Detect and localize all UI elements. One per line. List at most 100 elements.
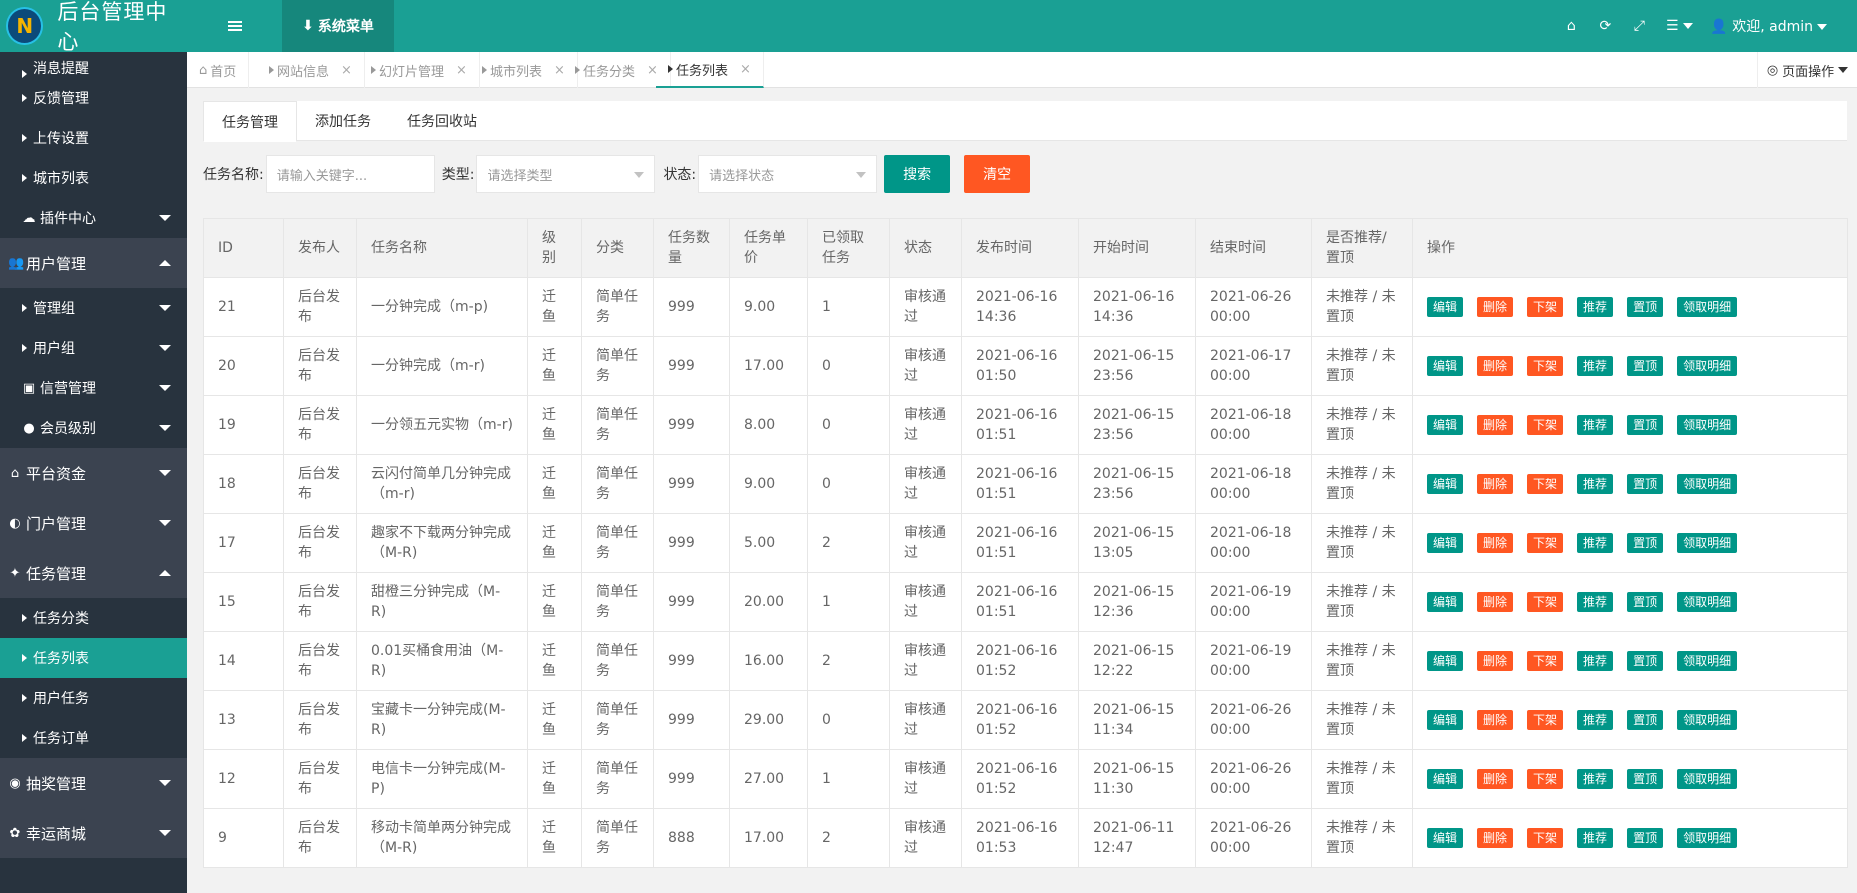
recommend-button[interactable]: 推荐 xyxy=(1577,651,1614,671)
edit-button[interactable]: 编辑 xyxy=(1427,651,1464,671)
claim-details-button[interactable]: 领取明细 xyxy=(1677,710,1738,730)
task-name-input[interactable]: 请输入关键字... xyxy=(265,155,435,193)
sidebar-item[interactable]: ▣ 信营管理 xyxy=(0,368,187,408)
sidebar-item[interactable]: ✦ 任务管理 xyxy=(0,548,187,598)
pin-top-button[interactable]: 置顶 xyxy=(1627,533,1664,553)
sidebar-item[interactable]: 上传设置 xyxy=(0,118,187,158)
content-tab[interactable]: 任务管理 xyxy=(203,101,297,142)
delete-button[interactable]: 删除 xyxy=(1477,474,1514,494)
delete-button[interactable]: 删除 xyxy=(1477,356,1514,376)
fullscreen-icon[interactable]: ⤢ xyxy=(1630,18,1648,34)
recommend-button[interactable]: 推荐 xyxy=(1577,474,1614,494)
pin-top-button[interactable]: 置顶 xyxy=(1627,415,1664,435)
status-select[interactable]: 请选择状态 xyxy=(698,155,878,193)
unlist-button[interactable]: 下架 xyxy=(1527,828,1564,848)
edit-button[interactable]: 编辑 xyxy=(1427,828,1464,848)
sidebar-item[interactable]: 任务订单 xyxy=(0,718,187,758)
recommend-button[interactable]: 推荐 xyxy=(1577,356,1614,376)
unlist-button[interactable]: 下架 xyxy=(1527,356,1564,376)
claim-details-button[interactable]: 领取明细 xyxy=(1677,415,1738,435)
clear-button[interactable]: 清空 xyxy=(964,155,1031,193)
edit-button[interactable]: 编辑 xyxy=(1427,533,1464,553)
recommend-button[interactable]: 推荐 xyxy=(1577,297,1614,317)
logo[interactable]: N 后台管理中心 xyxy=(0,0,187,54)
tab-item[interactable]: 幻灯片管理 × xyxy=(359,52,480,88)
sidebar-item[interactable]: 👥 用户管理 xyxy=(0,238,187,288)
claim-details-button[interactable]: 领取明细 xyxy=(1677,474,1738,494)
menu-toggle-button[interactable] xyxy=(187,0,282,52)
unlist-button[interactable]: 下架 xyxy=(1527,592,1564,612)
sidebar-item[interactable]: ✿ 幸运商城 xyxy=(0,808,187,858)
close-icon[interactable]: × xyxy=(740,62,751,77)
refresh-icon[interactable]: ⟳ xyxy=(1596,18,1614,34)
sidebar-item[interactable]: 管理组 xyxy=(0,288,187,328)
content-tab[interactable]: 任务回收站 xyxy=(389,101,495,141)
pin-top-button[interactable]: 置顶 xyxy=(1627,297,1664,317)
edit-button[interactable]: 编辑 xyxy=(1427,710,1464,730)
unlist-button[interactable]: 下架 xyxy=(1527,415,1564,435)
recommend-button[interactable]: 推荐 xyxy=(1577,769,1614,789)
system-menu-button[interactable]: ⬇ 系统菜单 xyxy=(282,0,394,52)
unlist-button[interactable]: 下架 xyxy=(1527,651,1564,671)
pin-top-button[interactable]: 置顶 xyxy=(1627,651,1664,671)
page-operations-button[interactable]: ◎ 页面操作 xyxy=(1757,52,1857,88)
pin-top-button[interactable]: 置顶 xyxy=(1627,828,1664,848)
edit-button[interactable]: 编辑 xyxy=(1427,415,1464,435)
pin-top-button[interactable]: 置顶 xyxy=(1627,592,1664,612)
sidebar-item[interactable]: 任务列表 xyxy=(0,638,187,678)
unlist-button[interactable]: 下架 xyxy=(1527,533,1564,553)
edit-button[interactable]: 编辑 xyxy=(1427,592,1464,612)
content-tab[interactable]: 添加任务 xyxy=(297,101,389,141)
recommend-button[interactable]: 推荐 xyxy=(1577,415,1614,435)
sidebar-item[interactable]: 城市列表 xyxy=(0,158,187,198)
sidebar-item[interactable]: ◉ 抽奖管理 xyxy=(0,758,187,808)
list-menu-icon[interactable]: ☰ xyxy=(1664,18,1694,34)
unlist-button[interactable]: 下架 xyxy=(1527,769,1564,789)
edit-button[interactable]: 编辑 xyxy=(1427,356,1464,376)
pin-top-button[interactable]: 置顶 xyxy=(1627,356,1664,376)
claim-details-button[interactable]: 领取明细 xyxy=(1677,828,1738,848)
delete-button[interactable]: 删除 xyxy=(1477,710,1514,730)
recommend-button[interactable]: 推荐 xyxy=(1577,533,1614,553)
edit-button[interactable]: 编辑 xyxy=(1427,769,1464,789)
edit-button[interactable]: 编辑 xyxy=(1427,474,1464,494)
unlist-button[interactable]: 下架 xyxy=(1527,474,1564,494)
type-select[interactable]: 请选择类型 xyxy=(476,155,656,193)
sidebar-item[interactable]: ◐ 门户管理 xyxy=(0,498,187,548)
tab-item[interactable]: ⌂ 首页 xyxy=(187,52,250,88)
sidebar-item[interactable]: ☁ 插件中心 xyxy=(0,198,187,238)
unlist-button[interactable]: 下架 xyxy=(1527,297,1564,317)
claim-details-button[interactable]: 领取明细 xyxy=(1677,769,1738,789)
pin-top-button[interactable]: 置顶 xyxy=(1627,769,1664,789)
sidebar-item[interactable]: ● 会员级别 xyxy=(0,408,187,448)
delete-button[interactable]: 删除 xyxy=(1477,592,1514,612)
search-button[interactable]: 搜索 xyxy=(884,155,951,193)
edit-button[interactable]: 编辑 xyxy=(1427,297,1464,317)
sidebar-item[interactable]: 反馈管理 xyxy=(0,78,187,118)
unlist-button[interactable]: 下架 xyxy=(1527,710,1564,730)
home-icon[interactable]: ⌂ xyxy=(1562,18,1580,34)
tab-item[interactable]: 城市列表 × xyxy=(470,52,578,88)
delete-button[interactable]: 删除 xyxy=(1477,533,1514,553)
sidebar-item[interactable]: 用户组 xyxy=(0,328,187,368)
claim-details-button[interactable]: 领取明细 xyxy=(1677,533,1738,553)
claim-details-button[interactable]: 领取明细 xyxy=(1677,592,1738,612)
close-icon[interactable]: × xyxy=(456,63,467,78)
delete-button[interactable]: 删除 xyxy=(1477,297,1514,317)
recommend-button[interactable]: 推荐 xyxy=(1577,710,1614,730)
tab-item[interactable]: 任务分类 × xyxy=(563,52,671,88)
tab-item[interactable]: 网站信息 × xyxy=(257,52,365,88)
recommend-button[interactable]: 推荐 xyxy=(1577,592,1614,612)
claim-details-button[interactable]: 领取明细 xyxy=(1677,356,1738,376)
sidebar-item[interactable]: 任务分类 xyxy=(0,598,187,638)
delete-button[interactable]: 删除 xyxy=(1477,415,1514,435)
recommend-button[interactable]: 推荐 xyxy=(1577,828,1614,848)
claim-details-button[interactable]: 领取明细 xyxy=(1677,651,1738,671)
delete-button[interactable]: 删除 xyxy=(1477,651,1514,671)
delete-button[interactable]: 删除 xyxy=(1477,769,1514,789)
pin-top-button[interactable]: 置顶 xyxy=(1627,710,1664,730)
user-menu[interactable]: 👤 欢迎, admin xyxy=(1710,16,1827,36)
close-icon[interactable]: × xyxy=(341,63,352,78)
tab-item[interactable]: 任务列表 × xyxy=(656,52,764,88)
delete-button[interactable]: 删除 xyxy=(1477,828,1514,848)
